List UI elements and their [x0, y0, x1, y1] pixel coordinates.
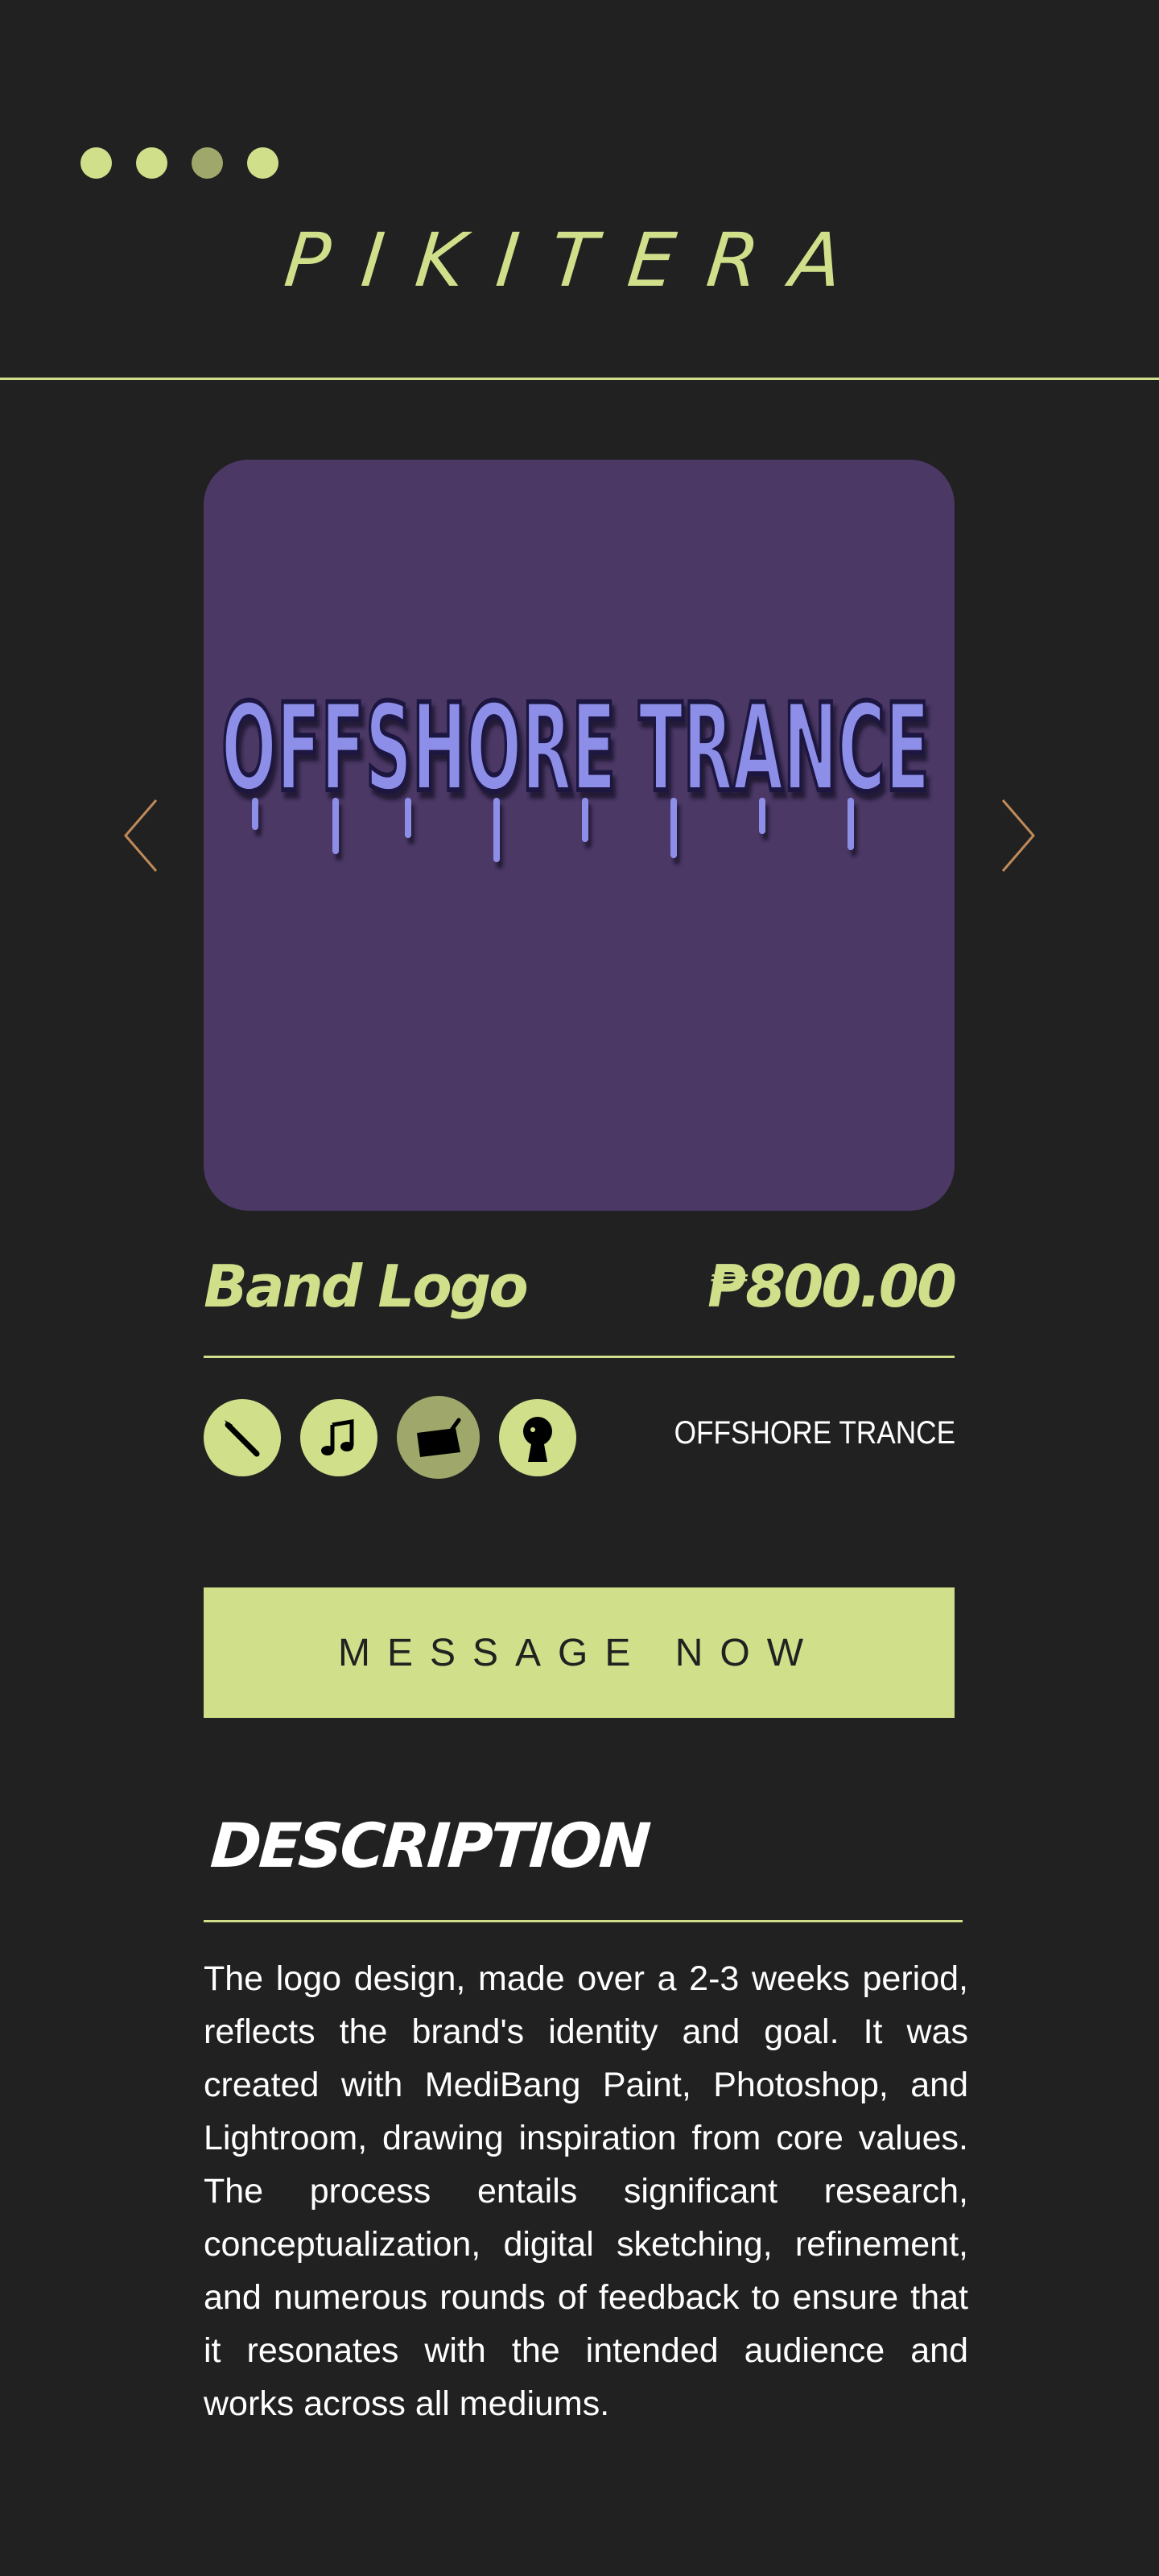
dot	[136, 147, 167, 179]
music-note-icon[interactable]	[300, 1399, 377, 1476]
divider	[204, 1356, 955, 1358]
chevron-left-icon[interactable]	[121, 797, 161, 874]
product-title: Band Logo	[204, 1253, 529, 1320]
product-image: OFFSHORE TRANCE	[204, 460, 955, 1211]
tool-icons	[204, 1396, 576, 1479]
brand-logo[interactable]: PIKITERA	[0, 217, 1159, 303]
product-header: Band Logo ₱800.00	[204, 1253, 957, 1325]
description-body: The logo design, made over a 2-3 weeks p…	[204, 1959, 968, 2423]
product-price: ₱800.00	[707, 1253, 957, 1320]
chevron-right-icon[interactable]	[998, 797, 1038, 874]
description-heading: DESCRIPTION	[208, 1810, 651, 1881]
divider	[204, 1920, 963, 1922]
brush-icon[interactable]	[204, 1399, 281, 1476]
header-divider	[0, 378, 1159, 380]
avatar-icon[interactable]	[499, 1399, 576, 1476]
carousel-dots-icon	[80, 147, 278, 179]
logo-word-offshore: OFFSHORE TRANCE	[221, 679, 930, 819]
project-tag: OFFSHORE TRANCE	[674, 1415, 955, 1451]
dot	[80, 147, 112, 179]
dot	[247, 147, 278, 179]
drawing-tablet-icon[interactable]	[397, 1396, 480, 1479]
message-now-button[interactable]: MESSAGE NOW	[204, 1587, 955, 1718]
band-logo-artwork: OFFSHORE TRANCE	[219, 676, 932, 862]
dot	[192, 147, 223, 179]
